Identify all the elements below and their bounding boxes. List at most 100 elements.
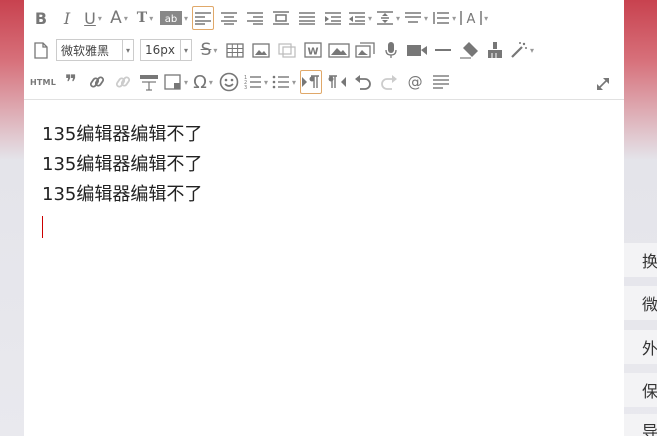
toolbar-row-3: HTML ❞ ▾ Ω ▾ 123 ▾ ▾ @ (30, 67, 618, 97)
align-right-button[interactable] (244, 6, 266, 30)
italic-button[interactable]: I (56, 6, 78, 30)
insert-video-button[interactable] (406, 38, 428, 62)
line-height-button[interactable]: ▾ (376, 6, 400, 30)
clear-format-button[interactable] (458, 38, 480, 62)
insert-link-button[interactable] (86, 70, 108, 94)
ltr-direction-icon (302, 75, 320, 88)
align-center-icon (221, 12, 238, 25)
outdent-button[interactable]: ▾ (348, 6, 372, 30)
line-spacing-button[interactable]: ▾ (432, 6, 456, 30)
insert-photo-button[interactable] (328, 38, 350, 62)
mention-button[interactable]: @ (404, 70, 426, 94)
typesetting-button[interactable] (430, 70, 452, 94)
chevron-down-icon: ▾ (264, 77, 269, 87)
chevron-down-icon: ▾ (184, 77, 189, 87)
horizontal-rule-button[interactable] (432, 38, 454, 62)
screenshot-icon (278, 42, 296, 58)
indent-icon (325, 12, 342, 25)
chevron-down-icon: ▾ (122, 40, 133, 60)
smiley-icon (219, 72, 239, 92)
html-source-button[interactable]: HTML (30, 70, 56, 94)
insert-audio-button[interactable] (380, 38, 402, 62)
typesetting-icon (433, 75, 450, 89)
toolbar-row-1: B I U ▾ A ▾ T ▾ ab ▾ ▾ ▾ ▾ ▾ A ▾ (30, 3, 618, 33)
photo-icon (328, 42, 350, 58)
content-line[interactable]: 135编辑器编辑不了 (42, 180, 614, 210)
chevron-down-icon: ▾ (368, 13, 373, 23)
emoji-button[interactable] (218, 70, 240, 94)
bullet-list-icon (272, 75, 290, 89)
content-line[interactable]: 135编辑器编辑不了 (42, 150, 614, 180)
align-top-icon (273, 11, 290, 25)
fullscreen-button[interactable] (592, 72, 614, 96)
font-color-button[interactable]: A ▾ (108, 6, 130, 30)
undo-button[interactable] (352, 70, 374, 94)
multi-image-button[interactable] (354, 38, 376, 62)
toolbar: B I U ▾ A ▾ T ▾ ab ▾ ▾ ▾ ▾ ▾ A ▾ 微软雅黑 ▾ … (24, 0, 624, 100)
ordered-list-button[interactable]: 123 ▾ (244, 70, 268, 94)
insert-screenshot-button[interactable] (276, 38, 298, 62)
chevron-down-icon: ▾ (180, 40, 191, 60)
svg-text:A: A (467, 12, 476, 26)
image-icon (252, 42, 270, 58)
insert-frame-button[interactable]: ▾ (164, 70, 188, 94)
insert-template-button[interactable] (138, 70, 160, 94)
chevron-down-icon: ▾ (424, 13, 429, 23)
video-icon (407, 45, 427, 56)
quote-icon: ❞ (65, 70, 77, 94)
special-chars-button[interactable]: Ω ▾ (192, 70, 214, 94)
microphone-icon (385, 42, 397, 58)
align-left-icon (195, 12, 212, 25)
justify-button[interactable] (296, 6, 318, 30)
rtl-direction-button[interactable] (326, 70, 348, 94)
brush-icon (488, 42, 502, 58)
strikethrough-button[interactable]: S ▾ (198, 38, 220, 62)
expand-icon (597, 78, 609, 90)
redo-icon (381, 75, 398, 90)
font-size-select[interactable]: 16px ▾ (140, 39, 192, 61)
redo-button[interactable] (378, 70, 400, 94)
new-document-button[interactable] (30, 38, 52, 62)
toolbar-row-2: 微软雅黑 ▾ 16px ▾ S ▾ W ▾ (30, 35, 618, 65)
format-painter-button[interactable] (484, 38, 506, 62)
italic-icon: I (63, 8, 71, 28)
side-item-4[interactable]: 保 (624, 373, 657, 407)
font-family-select[interactable]: 微软雅黑 ▾ (56, 39, 134, 61)
chevron-down-icon: ▾ (530, 45, 535, 55)
unordered-list-button[interactable]: ▾ (272, 70, 296, 94)
paragraph-spacing-button[interactable]: ▾ (404, 6, 428, 30)
magic-wand-button[interactable]: ▾ (510, 38, 534, 62)
align-right-icon (247, 12, 264, 25)
table-icon (226, 42, 244, 58)
side-item-2[interactable]: 微 (624, 286, 657, 320)
bold-button[interactable]: B (30, 6, 52, 30)
ltr-direction-button[interactable] (300, 70, 323, 94)
strikethrough-icon: S (200, 40, 212, 60)
rtl-direction-icon (328, 75, 347, 88)
letter-spacing-button[interactable]: A ▾ (460, 6, 488, 30)
align-center-button[interactable] (218, 6, 240, 30)
indent-button[interactable] (322, 6, 344, 30)
insert-word-button[interactable]: W (302, 38, 324, 62)
editor-content[interactable]: 135编辑器编辑不了 135编辑器编辑不了 135编辑器编辑不了 (42, 120, 614, 238)
blockquote-button[interactable]: ❞ (60, 70, 82, 94)
text-style-button[interactable]: T ▾ (134, 6, 156, 30)
gallery-icon (355, 42, 375, 58)
align-top-button[interactable] (270, 6, 292, 30)
unlink-button[interactable] (112, 70, 134, 94)
side-item-5[interactable]: 导 (624, 414, 657, 436)
side-item-3[interactable]: 外 (624, 330, 657, 364)
line-height-icon (377, 11, 394, 25)
highlight-button[interactable]: ab ▾ (160, 6, 188, 30)
insert-image-button[interactable] (250, 38, 272, 62)
font-family-value: 微软雅黑 (61, 43, 110, 58)
font-size-value: 16px (145, 43, 175, 57)
unlink-icon (115, 76, 131, 88)
side-item-1[interactable]: 换 (624, 243, 657, 277)
insert-table-button[interactable] (224, 38, 246, 62)
html-source-label: HTML (30, 77, 57, 87)
content-line[interactable]: 135编辑器编辑不了 (42, 120, 614, 150)
underline-icon: U (84, 8, 96, 28)
underline-button[interactable]: U ▾ (82, 6, 104, 30)
align-left-button[interactable] (192, 6, 215, 30)
